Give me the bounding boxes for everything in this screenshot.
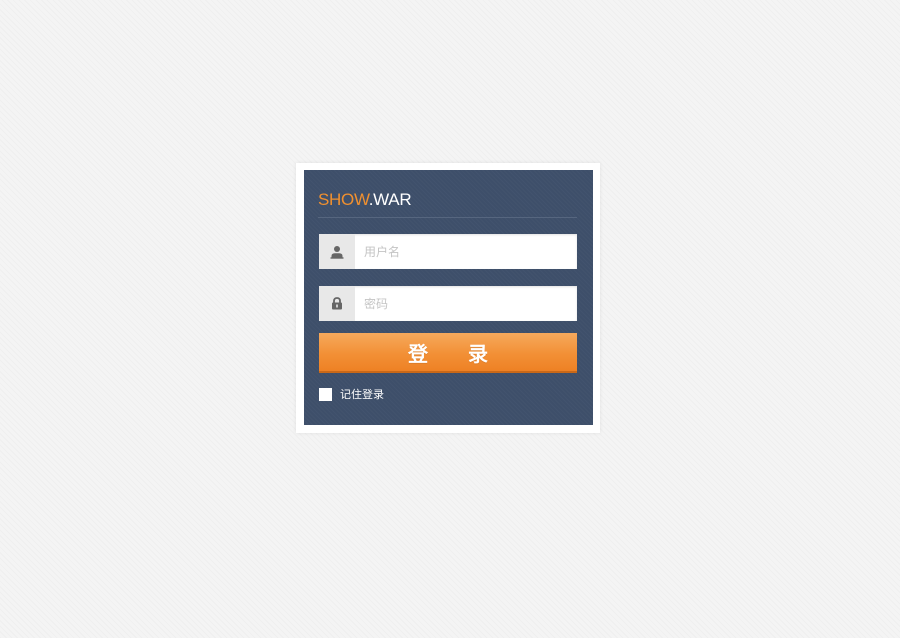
user-icon: [319, 234, 355, 269]
login-panel: SHOW.WAR 登录: [304, 170, 593, 425]
header-divider: [318, 217, 577, 218]
remember-checkbox[interactable]: [319, 388, 332, 401]
login-card: SHOW.WAR 登录: [296, 163, 600, 433]
login-button[interactable]: 登录: [319, 333, 577, 373]
lock-icon: [319, 286, 355, 321]
logo-text-primary: SHOW: [318, 190, 369, 209]
username-input[interactable]: [355, 234, 577, 269]
password-field[interactable]: [319, 286, 577, 321]
remember-label[interactable]: 记住登录: [340, 387, 384, 402]
logo-text-secondary: .WAR: [368, 190, 412, 209]
password-input[interactable]: [355, 286, 577, 321]
remember-me[interactable]: 记住登录: [319, 387, 384, 402]
username-field[interactable]: [319, 234, 577, 269]
brand-logo: SHOW.WAR: [318, 189, 412, 211]
